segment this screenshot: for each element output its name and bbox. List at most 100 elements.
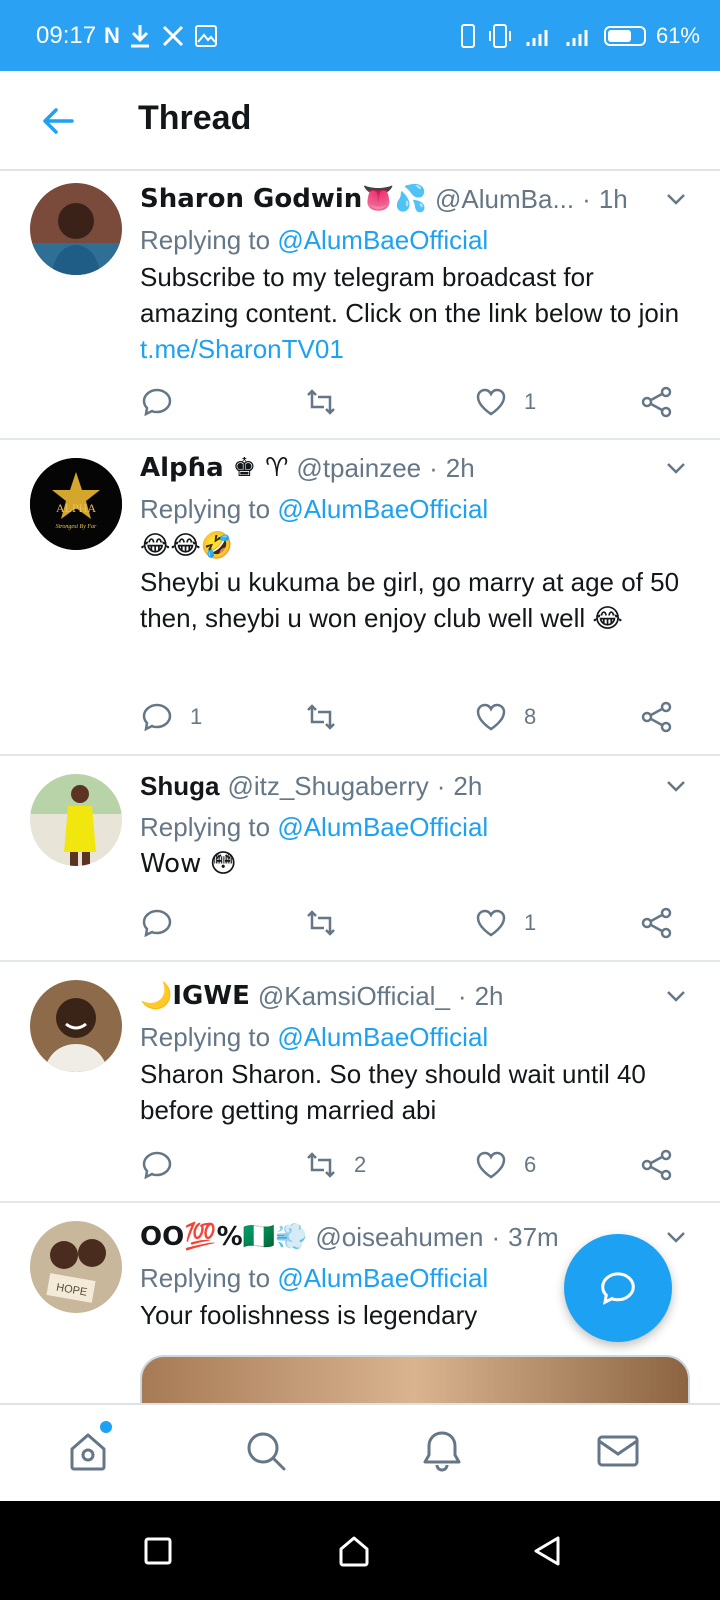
retweet-button[interactable] (304, 906, 354, 940)
signal-icon (526, 29, 548, 46)
reply-icon (601, 1272, 635, 1305)
heart-icon (476, 388, 506, 416)
user-handle[interactable]: @itz_Shugaberry (227, 771, 428, 802)
reply-button[interactable]: 1 (140, 700, 202, 734)
tweet[interactable]: Sharon Godwin👅💦 @AlumBa... · 1h Replying… (0, 173, 720, 440)
like-count: 8 (524, 704, 537, 729)
user-handle[interactable]: @oiseahumen (315, 1222, 483, 1253)
replying-to-handle[interactable]: @AlumBaeOfficial (277, 1022, 488, 1052)
share-button[interactable] (640, 906, 674, 940)
retweet-icon (307, 910, 335, 936)
replying-to-handle[interactable]: @AlumBaeOfficial (277, 494, 488, 524)
media-image[interactable] (140, 1355, 690, 1403)
reply-button[interactable] (140, 1148, 190, 1182)
reply-icon (142, 1151, 172, 1180)
tweet-text: Subscribe to my telegram broadcast for a… (140, 259, 690, 367)
search-icon[interactable] (242, 1427, 290, 1475)
share-icon (641, 907, 672, 939)
chevron-down-icon[interactable] (662, 1223, 690, 1251)
display-name[interactable]: OO💯%🇳🇬💨 (140, 1222, 307, 1252)
avatar[interactable] (30, 183, 122, 275)
avatar[interactable]: HOPE (30, 1221, 122, 1313)
tweet-text: Sharon Sharon. So they should wait until… (140, 1059, 646, 1125)
separator-dot: · (582, 183, 591, 214)
share-button[interactable] (640, 1148, 674, 1182)
tweet-actions: 1 (140, 906, 690, 946)
chevron-down-icon[interactable] (662, 772, 690, 800)
page-title: Thread (138, 99, 252, 137)
replying-to-label: Replying to (140, 1022, 271, 1052)
user-handle[interactable]: @tpainzee (296, 453, 421, 484)
like-button[interactable]: 1 (474, 906, 536, 940)
back-triangle-icon[interactable] (530, 1533, 566, 1569)
like-button[interactable]: 6 (474, 1148, 536, 1182)
home-notification-dot (100, 1421, 112, 1433)
display-name[interactable]: Shuga (140, 771, 219, 802)
retweet-button[interactable] (304, 700, 354, 734)
netflix-icon: N (104, 22, 120, 48)
clock: 09:17 (36, 21, 97, 49)
retweet-count: 2 (354, 1152, 367, 1177)
share-button[interactable] (640, 385, 674, 419)
reply-icon (142, 909, 172, 938)
retweet-icon (307, 389, 335, 415)
thread-feed[interactable]: Sharon Godwin👅💦 @AlumBa... · 1h Replying… (0, 173, 720, 1403)
system-nav-bar (0, 1501, 720, 1600)
reply-count: 1 (190, 704, 203, 729)
recents-square-icon[interactable] (140, 1533, 176, 1569)
back-arrow-icon[interactable] (38, 101, 78, 141)
heart-icon (476, 909, 506, 937)
tweet-body: Subscribe to my telegram broadcast for a… (140, 262, 680, 328)
replying-to-handle[interactable]: @AlumBaeOfficial (277, 812, 488, 842)
reply-button[interactable] (140, 385, 190, 419)
avatar[interactable] (30, 774, 122, 866)
chevron-down-icon[interactable] (662, 454, 690, 482)
reply-button[interactable] (140, 906, 190, 940)
display-name[interactable]: Sharon Godwin👅💦 (140, 184, 427, 214)
retweet-icon (307, 704, 335, 730)
retweet-button[interactable]: 2 (304, 1148, 366, 1182)
display-name[interactable]: Alpɦa ♚ ♈ (140, 453, 288, 483)
retweet-button[interactable] (304, 385, 354, 419)
home-house-icon[interactable] (336, 1533, 372, 1569)
like-button[interactable]: 8 (474, 700, 536, 734)
display-name[interactable]: 🌙IGWE (140, 981, 250, 1011)
avatar[interactable]: ALPHA Strongest By Far (30, 458, 122, 550)
battery-level: 61% (655, 22, 700, 48)
messages-envelope-icon[interactable] (594, 1427, 642, 1475)
like-button[interactable]: 1 (474, 385, 536, 419)
tweet[interactable]: ALPHA Strongest By Far Alpɦa ♚ ♈ @tpainz… (0, 440, 720, 756)
timestamp: 2h (453, 770, 483, 801)
reply-icon (142, 388, 172, 417)
like-count: 6 (524, 1152, 537, 1177)
tweet[interactable]: 🌙IGWE @KamsiOfficial_ · 2h Replying to @… (0, 962, 720, 1203)
retweet-icon (307, 1152, 335, 1178)
tweet-link[interactable]: t.me/SharonTV01 (140, 334, 344, 364)
replying-to: Replying to @AlumBaeOfficial (140, 1018, 690, 1056)
separator-dot: · (429, 452, 438, 483)
chevron-down-icon[interactable] (662, 982, 690, 1010)
tweet-actions: 1 (140, 385, 690, 425)
avatar[interactable] (30, 980, 122, 1072)
notification-icons: N (104, 23, 218, 49)
user-handle[interactable]: @KamsiOfficial_ (258, 981, 450, 1012)
share-icon (641, 386, 672, 418)
x-icon (162, 25, 183, 46)
replying-to-label: Replying to (140, 812, 271, 842)
compose-reply-button[interactable] (564, 1234, 672, 1342)
header: Thread (0, 71, 720, 171)
user-handle[interactable]: @AlumBa... (435, 184, 574, 215)
replying-to-label: Replying to (140, 1263, 271, 1293)
status-bar: 09:17 N 61% (0, 0, 720, 71)
replying-to-label: Replying to (140, 225, 271, 255)
tweet-actions: 2 6 (140, 1148, 690, 1188)
home-icon[interactable] (64, 1427, 112, 1475)
chevron-down-icon[interactable] (662, 185, 690, 213)
tweet[interactable]: Shuga @itz_Shugaberry · 2h Replying to @… (0, 756, 720, 962)
notifications-bell-icon[interactable] (418, 1427, 466, 1475)
replying-to-handle[interactable]: @AlumBaeOfficial (277, 225, 488, 255)
heart-icon (476, 1151, 506, 1179)
replying-to-handle[interactable]: @AlumBaeOfficial (277, 1263, 488, 1293)
share-button[interactable] (640, 700, 674, 734)
timestamp: 1h (598, 183, 628, 214)
